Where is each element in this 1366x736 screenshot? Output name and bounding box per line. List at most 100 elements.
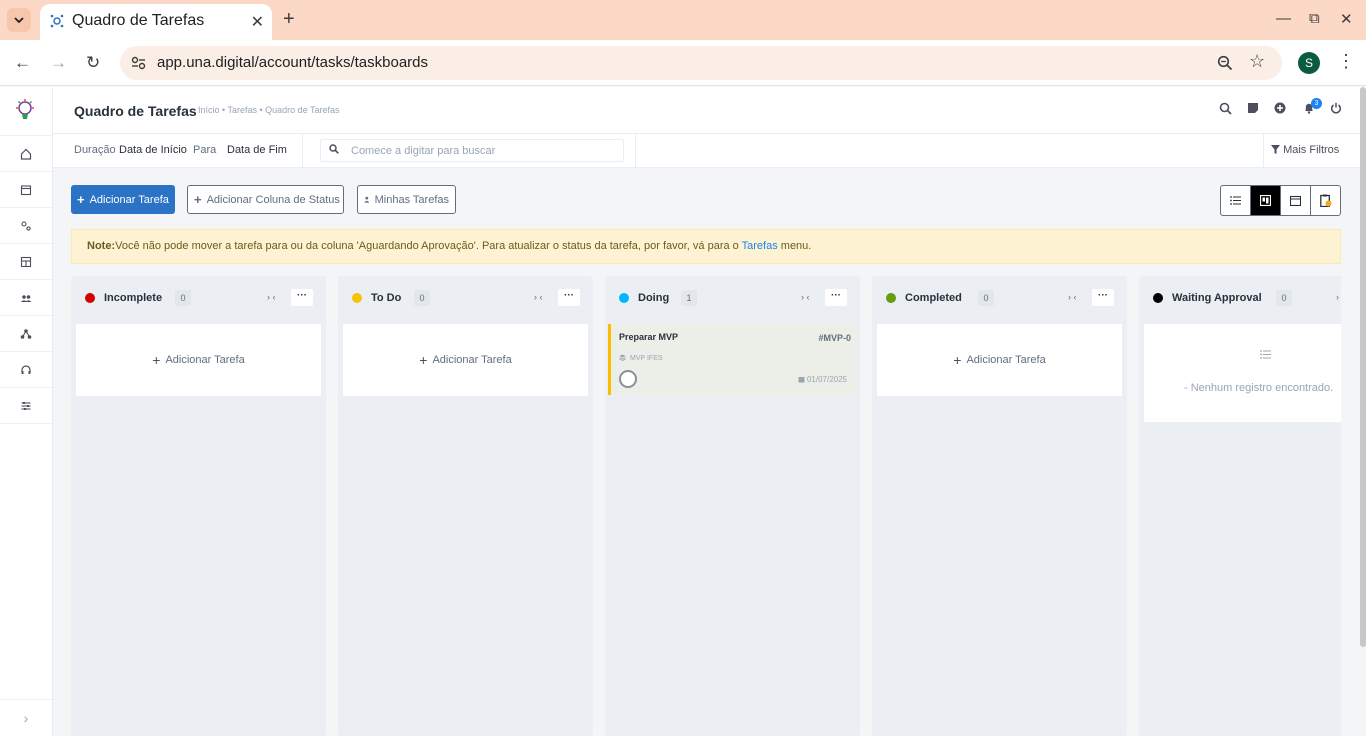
clipboard-clock-icon (1319, 194, 1331, 207)
search-icon[interactable] (1219, 102, 1232, 115)
sidebar-item-users[interactable] (0, 279, 52, 315)
plus-circle-icon[interactable] (1274, 102, 1286, 114)
column-header: Doing 1 › ‹ ··· (605, 276, 860, 320)
task-code: #MVP-0 (818, 333, 851, 343)
omnibox[interactable]: app.una.digital/account/tasks/taskboards… (120, 46, 1282, 80)
tab-close-icon[interactable]: ✕ (251, 12, 264, 32)
gears-icon (21, 220, 31, 231)
zoom-icon[interactable] (1217, 55, 1233, 71)
column-menu-button[interactable]: ··· (291, 289, 313, 306)
breadcrumb[interactable]: Início • Tarefas • Quadro de Tarefas (198, 105, 340, 115)
url-text: app.una.digital/account/tasks/taskboards (157, 54, 429, 71)
sidebar-item-filters[interactable] (0, 387, 52, 423)
tab-search-button[interactable] (7, 8, 31, 32)
search-input[interactable] (351, 142, 619, 159)
page-scrollbar[interactable] (1360, 87, 1366, 647)
favicon-icon (50, 14, 64, 28)
board-view-button[interactable] (1251, 186, 1281, 215)
sidebar-item-settings[interactable] (0, 207, 52, 243)
list-icon (1230, 196, 1241, 205)
column-menu-button[interactable]: ··· (558, 289, 580, 306)
tab-title: Quadro de Tarefas (72, 12, 205, 29)
bookmark-star-icon[interactable]: ☆ (1249, 51, 1265, 72)
more-filters-button[interactable]: Mais Filtros (1271, 144, 1339, 156)
sidebar-divider (0, 423, 52, 424)
collapse-column-icon[interactable]: › (1336, 292, 1339, 302)
sliders-icon (21, 401, 31, 410)
view-switcher (1220, 185, 1341, 216)
filter-icon (1271, 145, 1280, 154)
search-box (320, 139, 624, 162)
profile-avatar[interactable]: S (1298, 52, 1320, 74)
task-project: MVP IFES (619, 354, 663, 362)
board-column-completed: Completed 0 › ‹ ··· + Adicionar Tarefa (872, 276, 1127, 736)
chevron-right-icon: › (23, 710, 29, 726)
task-board: Incomplete 0 › ‹ ··· + Adicionar Tarefa … (71, 276, 1341, 736)
browser-tab-bar: Quadro de Tarefas ✕ + — ⧉ ✕ (0, 0, 1366, 40)
status-dot (886, 293, 896, 303)
empty-state-text: - Nenhum registro encontrado. (1184, 382, 1334, 394)
app-logo-icon[interactable] (12, 97, 38, 123)
browser-menu-icon[interactable]: ⋮ (1337, 51, 1355, 72)
reload-icon[interactable]: ↻ (86, 53, 100, 73)
filter-divider (1263, 134, 1264, 168)
task-card[interactable]: Preparar MVP #MVP-0 MVP IFES 01/07/2025 (608, 324, 856, 395)
column-count: 0 (1276, 290, 1292, 306)
end-date-field[interactable]: Data de Fim (227, 144, 287, 156)
site-settings-icon[interactable] (131, 56, 146, 70)
list-view-button[interactable] (1221, 186, 1251, 215)
add-status-column-button[interactable]: + Adicionar Coluna de Status (187, 185, 344, 214)
calendar-icon (20, 184, 32, 195)
sidebar-item-dashboard[interactable] (0, 243, 52, 279)
calendar-view-button[interactable] (1281, 186, 1311, 215)
add-task-card[interactable]: + Adicionar Tarefa (877, 324, 1122, 396)
collapse-column-icon[interactable]: › ‹ (267, 292, 276, 302)
sidebar-item-home[interactable] (0, 135, 52, 171)
status-dot (619, 293, 629, 303)
power-icon[interactable] (1330, 102, 1342, 114)
minimize-icon[interactable]: — (1276, 10, 1291, 27)
board-column-to-do: To Do 0 › ‹ ··· + Adicionar Tarefa (338, 276, 593, 736)
forward-arrow-icon[interactable]: → (50, 53, 67, 73)
add-task-card[interactable]: + Adicionar Tarefa (76, 324, 321, 396)
column-menu-button[interactable]: ··· (1092, 289, 1114, 306)
tasks-link[interactable]: Tarefas (742, 240, 778, 252)
column-count: 0 (175, 290, 191, 306)
new-tab-icon[interactable]: + (283, 8, 295, 30)
notification-badge: 3 (1311, 98, 1322, 109)
collapse-column-icon[interactable]: › ‹ (1068, 292, 1077, 302)
waiting-approval-view-button[interactable] (1311, 186, 1340, 215)
window-close-icon[interactable]: ✕ (1340, 10, 1353, 28)
add-task-button[interactable]: + Adicionar Tarefa (71, 185, 175, 214)
add-task-card[interactable]: + Adicionar Tarefa (343, 324, 588, 396)
browser-tab[interactable]: Quadro de Tarefas ✕ (40, 4, 272, 40)
more-filters-label: Mais Filtros (1283, 144, 1340, 156)
calendar-icon (1290, 195, 1301, 206)
sidebar-item-support[interactable] (0, 351, 52, 387)
add-task-label: Adicionar Tarefa (89, 193, 169, 206)
collapse-column-icon[interactable]: › ‹ (534, 292, 543, 302)
column-title: To Do (371, 292, 402, 304)
assignee-avatar[interactable] (619, 370, 637, 388)
users-icon (20, 294, 32, 302)
sidebar-item-calendar[interactable] (0, 171, 52, 207)
sidebar-item-network[interactable] (0, 315, 52, 351)
restore-icon[interactable]: ⧉ (1309, 10, 1320, 27)
column-menu-button[interactable]: ··· (825, 289, 847, 306)
collapse-column-icon[interactable]: › ‹ (801, 292, 810, 302)
back-arrow-icon[interactable]: ← (14, 53, 31, 73)
empty-state: - Nenhum registro encontrado. (1144, 324, 1341, 422)
sidebar-expand-button[interactable]: › (0, 699, 52, 736)
plus-icon: + (77, 192, 85, 207)
start-date-field[interactable]: Data de Início (119, 144, 187, 156)
add-task-card-label: Adicionar Tarefa (165, 354, 245, 366)
plus-icon: + (194, 192, 202, 207)
column-count: 1 (681, 290, 697, 306)
plus-icon: + (419, 352, 428, 368)
sticky-note-icon[interactable] (1247, 102, 1259, 114)
my-tasks-button[interactable]: Minhas Tarefas (357, 185, 456, 214)
note-label: Note: (87, 240, 116, 252)
column-title: Waiting Approval (1172, 292, 1262, 304)
sitemap-icon (20, 328, 32, 339)
headset-icon (21, 364, 31, 374)
